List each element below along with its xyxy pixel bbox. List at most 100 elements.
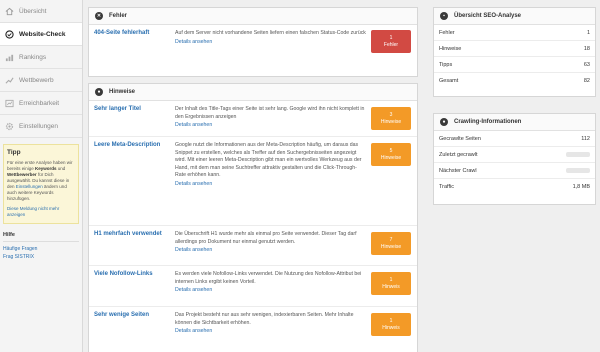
tip-text-part: und bbox=[56, 165, 66, 171]
hints-panel-title: Hinweise bbox=[109, 89, 136, 95]
list-item: 404-Seite fehlerhaft Auf dem Server nich… bbox=[89, 25, 417, 77]
sidebar-item-label: Rankings bbox=[19, 53, 47, 61]
errors-panel: ✕ Fehler 404-Seite fehlerhaft Auf dem Se… bbox=[88, 7, 418, 77]
trend-icon bbox=[5, 76, 14, 85]
sidebar: Übersicht Website-Check Rankings Wettbew… bbox=[0, 0, 83, 352]
stat-label: Gecrawlte Seiten bbox=[439, 135, 481, 142]
details-link[interactable]: Details ansehen bbox=[175, 181, 367, 189]
error-count-badge[interactable]: 1 Fehler bbox=[371, 30, 411, 53]
details-link[interactable]: Details ansehen bbox=[175, 247, 367, 255]
stat-value: 112 bbox=[581, 135, 590, 142]
tip-settings-link[interactable]: Einstellungen bbox=[16, 184, 43, 189]
sidebar-item-reachability[interactable]: Erreichbarkeit bbox=[0, 92, 82, 115]
hint-count-badge[interactable]: 5 Hinweise bbox=[371, 143, 411, 166]
seo-overview-header: ▪ Übersicht SEO-Analyse bbox=[434, 8, 595, 25]
badge-label: Fehler bbox=[383, 41, 399, 48]
stat-label: Nächster Crawl bbox=[439, 167, 477, 174]
overview-icon: ▪ bbox=[440, 12, 448, 20]
issue-description: Das Projekt besteht nur aus sehr wenigen… bbox=[175, 307, 371, 352]
badge-label: Hinweise bbox=[380, 154, 402, 161]
hint-count-badge[interactable]: 1 Hinweis bbox=[371, 313, 411, 336]
details-link[interactable]: Details ansehen bbox=[175, 328, 367, 336]
help-title: Hilfe bbox=[3, 232, 79, 243]
stat-value: 63 bbox=[583, 61, 590, 68]
issue-title[interactable]: H1 mehrfach verwendet bbox=[89, 226, 175, 265]
issue-text: Google nutzt die Informationen aus der M… bbox=[175, 142, 362, 179]
issue-title[interactable]: 404-Seite fehlerhaft bbox=[89, 25, 175, 77]
tip-box: Tipp Für eine erste Analyse haben wir be… bbox=[3, 144, 79, 225]
redacted-value bbox=[566, 152, 590, 157]
badge-label: Hinweise bbox=[380, 243, 402, 250]
hint-count-badge[interactable]: 1 Hinweis bbox=[371, 272, 411, 295]
details-link[interactable]: Details ansehen bbox=[175, 287, 367, 295]
sidebar-item-rankings[interactable]: Rankings bbox=[0, 46, 82, 69]
stat-label: Gesamt bbox=[439, 78, 459, 84]
crawl-icon: ● bbox=[440, 118, 448, 126]
issue-title[interactable]: Sehr langer Titel bbox=[89, 101, 175, 136]
close-circle-icon: ✕ bbox=[95, 12, 103, 20]
sidebar-item-settings[interactable]: Einstellungen bbox=[0, 115, 82, 138]
errors-panel-header: ✕ Fehler bbox=[89, 8, 417, 25]
stat-value: 1,8 MB bbox=[572, 184, 590, 190]
issue-text: Auf dem Server nicht vorhandene Seiten l… bbox=[175, 30, 366, 36]
tip-competitors: Wettbewerber bbox=[7, 171, 37, 177]
list-item: H1 mehrfach verwendet Die Überschrift H1… bbox=[89, 226, 417, 266]
stat-label: Tipps bbox=[439, 61, 453, 68]
stat-row: Tipps 63 bbox=[434, 57, 595, 73]
issue-description: Es werden viele Nofollow-Links verwendet… bbox=[175, 266, 371, 306]
tip-text: Für eine erste Analyse haben wir bereits… bbox=[7, 160, 75, 202]
stat-row: Traffic 1,8 MB bbox=[434, 179, 595, 195]
stat-label: Traffic bbox=[439, 184, 454, 190]
tip-title: Tipp bbox=[7, 149, 21, 156]
issue-title[interactable]: Leere Meta-Description bbox=[89, 137, 175, 225]
list-item: Sehr wenige Seiten Das Projekt besteht n… bbox=[89, 307, 417, 352]
stat-value: 18 bbox=[583, 45, 590, 52]
signal-icon bbox=[5, 99, 14, 108]
issue-title[interactable]: Viele Nofollow-Links bbox=[89, 266, 175, 306]
issue-description: Die Überschrift H1 wurde mehr als einmal… bbox=[175, 226, 371, 265]
hint-count-badge[interactable]: 3 Hinweise bbox=[371, 107, 411, 130]
details-link[interactable]: Details ansehen bbox=[175, 39, 367, 47]
issue-description: Google nutzt die Informationen aus der M… bbox=[175, 137, 371, 225]
redacted-value bbox=[566, 168, 590, 173]
crawling-panel: ● Crawling-Informationen Gecrawlte Seite… bbox=[433, 113, 596, 205]
help-link-ask[interactable]: Frag SISTRIX bbox=[3, 253, 79, 261]
issue-text: Der Inhalt des Title-Tags einer Seite is… bbox=[175, 106, 365, 120]
website-check-icon bbox=[5, 29, 14, 39]
sidebar-item-overview[interactable]: Übersicht bbox=[0, 0, 82, 23]
sidebar-item-website-check[interactable]: Website-Check bbox=[0, 23, 82, 46]
issue-description: Auf dem Server nicht vorhandene Seiten l… bbox=[175, 25, 371, 77]
list-item: Sehr langer Titel Der Inhalt des Title-T… bbox=[89, 101, 417, 137]
sidebar-item-label: Erreichbarkeit bbox=[19, 99, 60, 107]
list-item: Leere Meta-Description Google nutzt die … bbox=[89, 137, 417, 226]
stat-label: Hinweise bbox=[439, 45, 462, 52]
crawling-title: Crawling-Informationen bbox=[454, 119, 522, 125]
help-link-faq[interactable]: Häufige Fragen bbox=[3, 245, 79, 253]
stat-row: Gecrawlte Seiten 112 bbox=[434, 131, 595, 147]
issue-text: Es werden viele Nofollow-Links verwendet… bbox=[175, 271, 362, 285]
stat-row: Gesamt 82 bbox=[434, 73, 595, 89]
seo-overview-panel: ▪ Übersicht SEO-Analyse Fehler 1 Hinweis… bbox=[433, 7, 596, 97]
stat-label: Zuletzt gecrawlt bbox=[439, 151, 478, 158]
stat-row: Fehler 1 bbox=[434, 25, 595, 41]
stat-row: Zuletzt gecrawlt bbox=[434, 147, 595, 163]
stat-value: 82 bbox=[583, 78, 590, 84]
errors-panel-title: Fehler bbox=[109, 13, 128, 19]
hint-count-badge[interactable]: 7 Hinweise bbox=[371, 232, 411, 255]
issue-text: Das Projekt besteht nur aus sehr wenigen… bbox=[175, 312, 354, 326]
tip-dismiss-link[interactable]: Diese Meldung nicht mehr anzeigen bbox=[7, 206, 75, 218]
seo-overview-title: Übersicht SEO-Analyse bbox=[454, 13, 522, 19]
details-link[interactable]: Details ansehen bbox=[175, 122, 367, 130]
gear-icon bbox=[5, 122, 14, 131]
sidebar-item-label: Einstellungen bbox=[19, 122, 59, 130]
sidebar-item-competition[interactable]: Wettbewerb bbox=[0, 69, 82, 92]
list-item: Viele Nofollow-Links Es werden viele Nof… bbox=[89, 266, 417, 307]
stat-row: Hinweise 18 bbox=[434, 41, 595, 57]
home-icon bbox=[5, 7, 14, 16]
badge-label: Hinweise bbox=[380, 118, 402, 125]
issue-description: Der Inhalt des Title-Tags einer Seite is… bbox=[175, 101, 371, 136]
issue-title[interactable]: Sehr wenige Seiten bbox=[89, 307, 175, 352]
stat-row: Nächster Crawl bbox=[434, 163, 595, 179]
stat-value: 1 bbox=[586, 29, 590, 36]
stat-label: Fehler bbox=[439, 29, 455, 36]
